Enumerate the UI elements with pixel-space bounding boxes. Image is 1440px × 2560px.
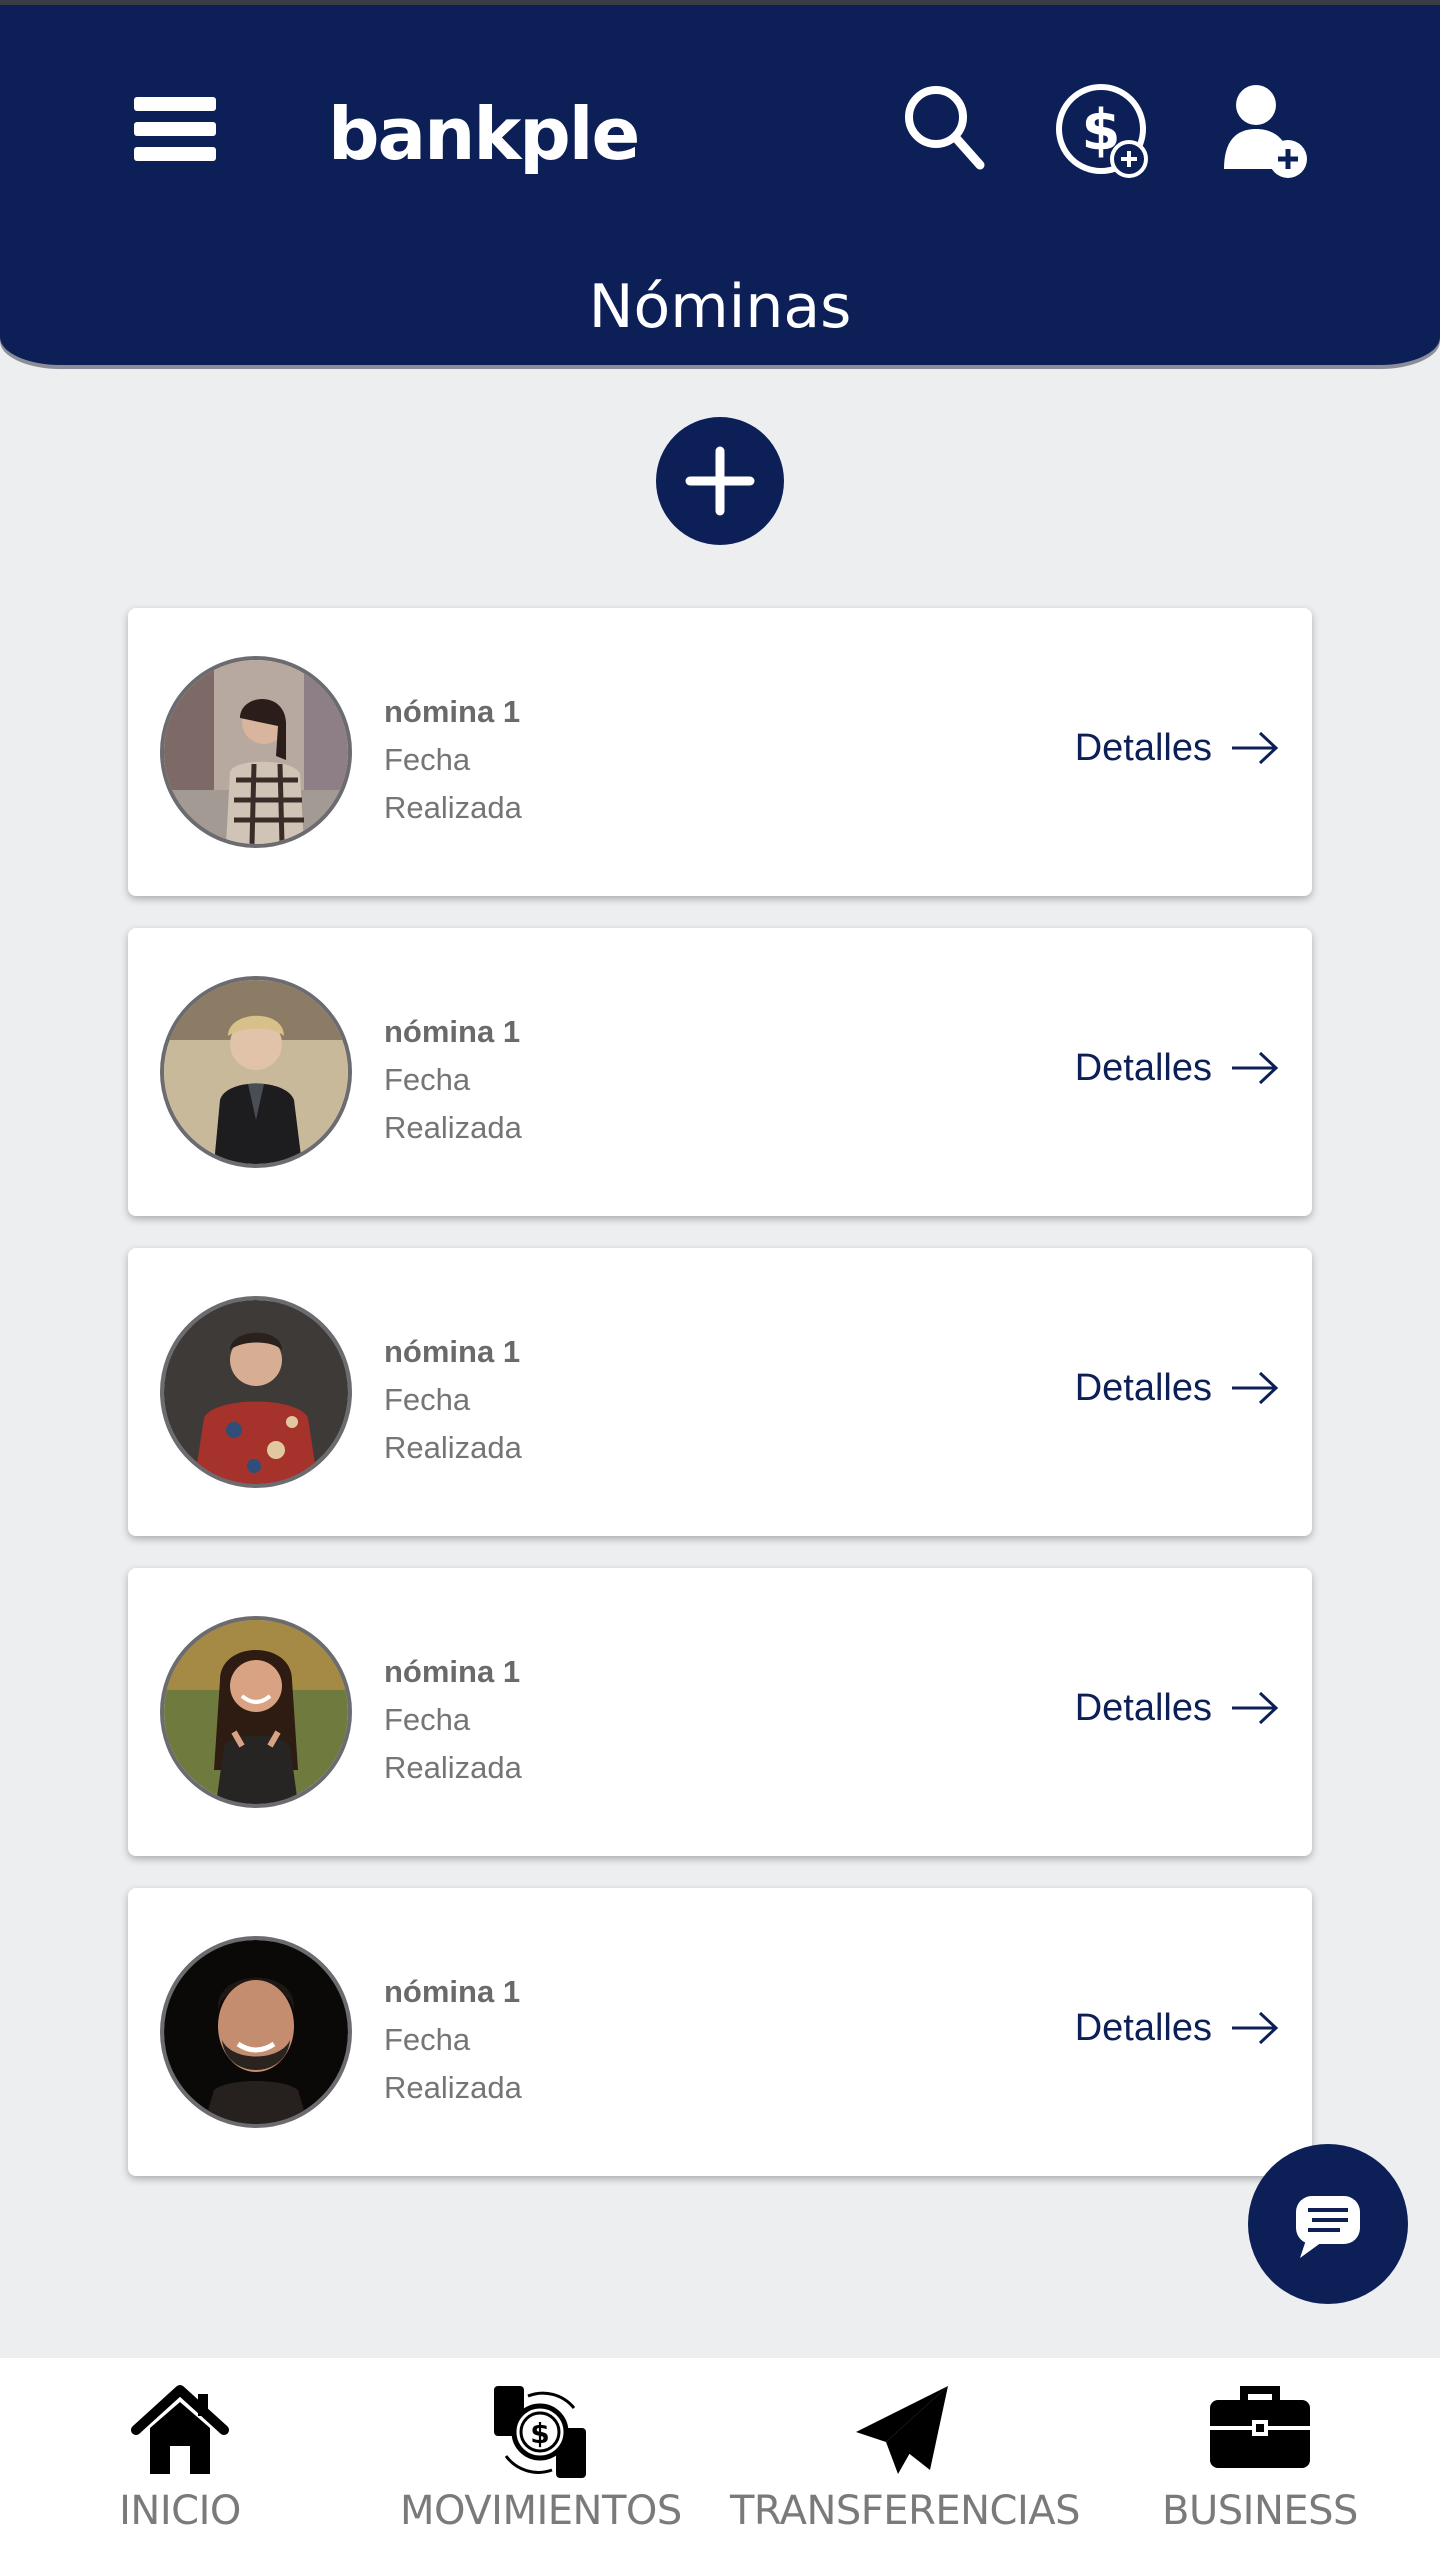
- nav-label: BUSINESS: [1162, 2488, 1358, 2534]
- payroll-title: nómina 1: [384, 1334, 521, 1369]
- nav-item-movimientos[interactable]: $ MOVIMIENTOS: [400, 2358, 682, 2560]
- payroll-info: nómina 1 Fecha Realizada: [384, 1328, 522, 1472]
- payroll-date: Fecha: [384, 1062, 471, 1097]
- paper-plane-icon: [856, 2386, 948, 2474]
- add-money-button[interactable]: $: [1054, 81, 1150, 184]
- payroll-title: nómina 1: [384, 1014, 521, 1049]
- payroll-status: Realizada: [384, 790, 522, 825]
- briefcase-icon: [1210, 2386, 1310, 2468]
- svg-text:$: $: [530, 2417, 549, 2450]
- payroll-date: Fecha: [384, 1382, 471, 1417]
- avatar: [160, 976, 352, 1168]
- payroll-status: Realizada: [384, 2070, 522, 2105]
- payroll-status: Realizada: [384, 1430, 522, 1465]
- nav-label: MOVIMIENTOS: [400, 2488, 682, 2534]
- menu-bar: [134, 147, 216, 161]
- bottom-nav: INICIO $ MOVIMIENTOS TRANSFERENCIAS BUSI…: [0, 2358, 1440, 2560]
- payroll-status: Realizada: [384, 1110, 522, 1145]
- payroll-card: nómina 1 Fecha Realizada Detalles: [128, 1888, 1312, 2176]
- avatar: [160, 1936, 352, 2128]
- nav-item-inicio[interactable]: INICIO: [80, 2358, 280, 2560]
- payroll-date: Fecha: [384, 1702, 471, 1737]
- payroll-title: nómina 1: [384, 694, 521, 729]
- payroll-card: nómina 1 Fecha Realizada Detalles: [128, 1568, 1312, 1856]
- chat-icon: [1296, 2196, 1360, 2258]
- details-label: Detalles: [1074, 2006, 1212, 2049]
- details-link[interactable]: Detalles: [1075, 1680, 1280, 1736]
- page-title: Nóminas: [588, 272, 852, 342]
- payroll-card: nómina 1 Fecha Realizada Detalles: [128, 1248, 1312, 1536]
- details-link[interactable]: Detalles: [1075, 1040, 1280, 1096]
- details-label: Detalles: [1074, 1366, 1212, 1409]
- arrow-right-icon: [1232, 1051, 1279, 1085]
- arrow-right-icon: [1232, 2011, 1279, 2045]
- payroll-card: nómina 1 Fecha Realizada Detalles: [128, 928, 1312, 1216]
- plus-icon: [685, 446, 755, 516]
- nav-label: TRANSFERENCIAS: [730, 2488, 1081, 2534]
- add-user-button[interactable]: [1222, 81, 1308, 184]
- arrow-right-icon: [1232, 1691, 1279, 1725]
- arrow-right-icon: [1232, 1371, 1279, 1405]
- chat-button[interactable]: [1248, 2144, 1408, 2304]
- payroll-date: Fecha: [384, 2022, 471, 2057]
- dollar-add-icon: $: [1056, 84, 1148, 178]
- nav-item-business[interactable]: BUSINESS: [1160, 2358, 1360, 2560]
- menu-button[interactable]: [134, 93, 216, 165]
- details-label: Detalles: [1074, 1686, 1212, 1729]
- payroll-title: nómina 1: [384, 1654, 521, 1689]
- payroll-date: Fecha: [384, 742, 471, 777]
- home-icon: [131, 2385, 229, 2474]
- avatar: [160, 1296, 352, 1488]
- add-payroll-button[interactable]: [656, 417, 784, 545]
- arrow-right-icon: [1232, 731, 1279, 765]
- payroll-list: nómina 1 Fecha Realizada Detalles nómina…: [128, 608, 1312, 2208]
- details-link[interactable]: Detalles: [1075, 1360, 1280, 1416]
- app-header: bankple $ Nóminas: [0, 5, 1440, 365]
- payroll-card: nómina 1 Fecha Realizada Detalles: [128, 608, 1312, 896]
- bankple-logo[interactable]: bankple: [328, 89, 640, 179]
- payroll-title: nómina 1: [384, 1974, 521, 2009]
- payroll-info: nómina 1 Fecha Realizada: [384, 1968, 522, 2112]
- details-link[interactable]: Detalles: [1075, 720, 1280, 776]
- details-label: Detalles: [1074, 1046, 1212, 1089]
- search-icon: [905, 86, 985, 170]
- avatar: [160, 1616, 352, 1808]
- payroll-info: nómina 1 Fecha Realizada: [384, 1648, 522, 1792]
- details-link[interactable]: Detalles: [1075, 2000, 1280, 2056]
- details-label: Detalles: [1074, 726, 1212, 769]
- search-button[interactable]: [902, 81, 986, 176]
- avatar: [160, 656, 352, 848]
- user-add-icon: [1224, 85, 1307, 178]
- nav-item-transferencias[interactable]: TRANSFERENCIAS: [730, 2358, 1081, 2560]
- payroll-info: nómina 1 Fecha Realizada: [384, 1008, 522, 1152]
- payroll-info: nómina 1 Fecha Realizada: [384, 688, 522, 832]
- menu-bar: [134, 97, 216, 111]
- menu-bar: [134, 122, 216, 136]
- money-exchange-icon: $: [494, 2386, 586, 2478]
- payroll-status: Realizada: [384, 1750, 522, 1785]
- nav-label: INICIO: [119, 2488, 241, 2534]
